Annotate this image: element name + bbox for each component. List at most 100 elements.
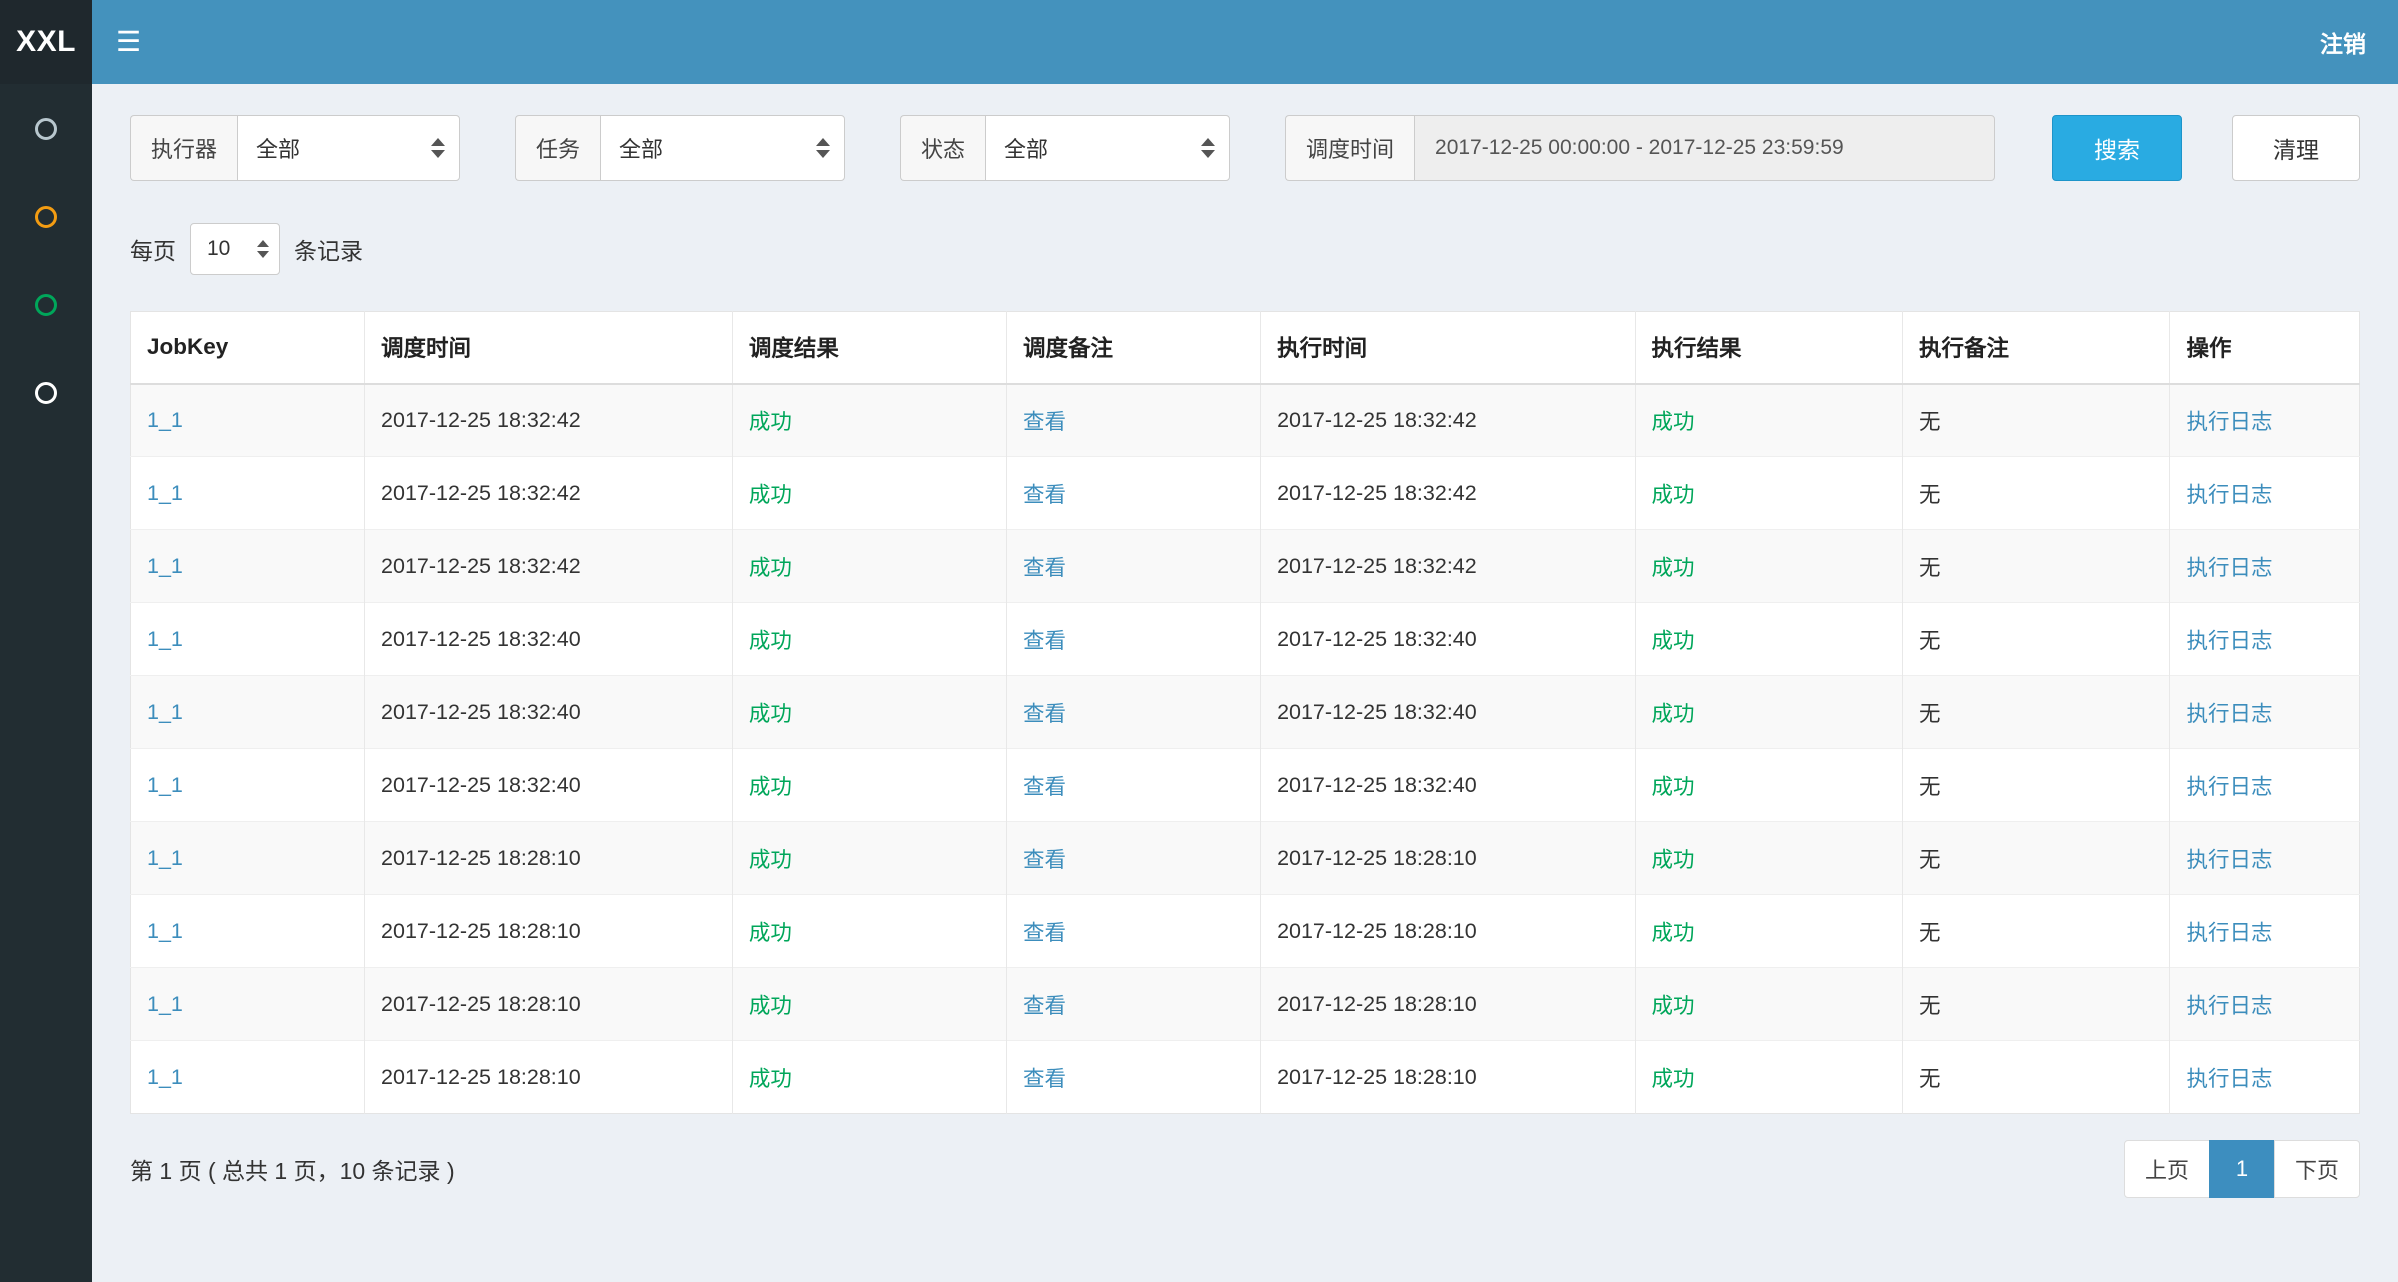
jobkey-cell: 1_1 xyxy=(131,530,365,603)
sidebar-item-executor-manage[interactable] xyxy=(0,382,92,470)
trigger-result-cell: 成功 xyxy=(732,676,1006,749)
sidebar-item-job-log[interactable] xyxy=(0,294,92,382)
jobkey-link[interactable]: 1_1 xyxy=(147,773,183,797)
exec-log-link[interactable]: 执行日志 xyxy=(2186,1067,2272,1091)
jobkey-cell: 1_1 xyxy=(131,749,365,822)
trigger-msg-link[interactable]: 查看 xyxy=(1023,994,1066,1018)
navbar-right-area: ☰ 注销 xyxy=(92,0,2398,84)
handle-time-cell: 2017-12-25 18:28:10 xyxy=(1261,822,1635,895)
search-button[interactable]: 搜索 xyxy=(2052,115,2182,181)
exec-log-link[interactable]: 执行日志 xyxy=(2186,994,2272,1018)
table-row: 1_12017-12-25 18:28:10成功查看2017-12-25 18:… xyxy=(131,822,2360,895)
trigger-msg-link[interactable]: 查看 xyxy=(1023,410,1066,434)
pagination: 上页 1 下页 xyxy=(2124,1140,2360,1198)
trigger-msg-link[interactable]: 查看 xyxy=(1023,629,1066,653)
status-filter-select[interactable]: 全部 xyxy=(985,115,1230,181)
trigger-msg-link[interactable]: 查看 xyxy=(1023,775,1066,799)
jobkey-cell: 1_1 xyxy=(131,676,365,749)
table-body: 1_12017-12-25 18:32:42成功查看2017-12-25 18:… xyxy=(131,384,2360,1114)
table-row: 1_12017-12-25 18:28:10成功查看2017-12-25 18:… xyxy=(131,968,2360,1041)
trigger-time-cell: 2017-12-25 18:32:40 xyxy=(365,749,733,822)
circle-icon xyxy=(35,118,57,140)
sidebar-item-job-manage[interactable] xyxy=(0,206,92,294)
job-filter-label: 任务 xyxy=(515,115,600,181)
select-stepper-icon xyxy=(816,138,830,158)
handle-time-cell: 2017-12-25 18:32:42 xyxy=(1261,457,1635,530)
trigger-msg-link[interactable]: 查看 xyxy=(1023,1067,1066,1091)
trigger-msg-cell: 查看 xyxy=(1006,822,1260,895)
exec-log-link[interactable]: 执行日志 xyxy=(2186,629,2272,653)
circle-icon xyxy=(35,206,57,228)
log-table: JobKey调度时间调度结果调度备注执行时间执行结果执行备注操作 1_1 2017… xyxy=(130,311,2360,1114)
handle-result-cell: 成功 xyxy=(1635,822,1902,895)
trigger-time-cell: 2017-12-25 18:32:42 xyxy=(365,384,733,457)
jobkey-link[interactable]: 1_1 xyxy=(147,481,183,505)
exec-log-link[interactable]: 执行日志 xyxy=(2186,483,2272,507)
jobkey-link[interactable]: 1_1 xyxy=(147,554,183,578)
status-filter-group: 状态 全部 xyxy=(900,115,1230,181)
trigger-msg-link[interactable]: 查看 xyxy=(1023,702,1066,726)
clear-log-button[interactable]: 清理 xyxy=(2232,115,2360,181)
page-size-row: 每页 10 条记录 xyxy=(130,223,2360,275)
logout-link[interactable]: 注销 xyxy=(2320,25,2366,59)
trigger-msg-cell: 查看 xyxy=(1006,895,1260,968)
jobkey-cell: 1_1 xyxy=(131,895,365,968)
exec-log-cell: 执行日志 xyxy=(2170,1041,2360,1114)
table-row: 1_12017-12-25 18:28:10成功查看2017-12-25 18:… xyxy=(131,1041,2360,1114)
exec-log-cell: 执行日志 xyxy=(2170,384,2360,457)
handle-time-cell: 2017-12-25 18:32:40 xyxy=(1261,676,1635,749)
page-1-button[interactable]: 1 xyxy=(2209,1140,2275,1198)
trigger-result-cell: 成功 xyxy=(732,1041,1006,1114)
exec-log-cell: 执行日志 xyxy=(2170,603,2360,676)
table-row: 1_12017-12-25 18:32:40成功查看2017-12-25 18:… xyxy=(131,603,2360,676)
jobkey-link[interactable]: 1_1 xyxy=(147,846,183,870)
executor-filter-label: 执行器 xyxy=(130,115,237,181)
trigger-msg-link[interactable]: 查看 xyxy=(1023,921,1066,945)
jobkey-link[interactable]: 1_1 xyxy=(147,919,183,943)
exec-log-link[interactable]: 执行日志 xyxy=(2186,702,2272,726)
main-content: 调度日志 任务调度中心 执行器 全部 任务 全部 状态 全部 xyxy=(92,0,2398,1198)
jobkey-link[interactable]: 1_1 xyxy=(147,700,183,724)
status-filter-label: 状态 xyxy=(900,115,985,181)
trigger-msg-link[interactable]: 查看 xyxy=(1023,556,1066,580)
job-filter-select[interactable]: 全部 xyxy=(600,115,845,181)
trigger-msg-link[interactable]: 查看 xyxy=(1023,848,1066,872)
app-logo[interactable]: XXL xyxy=(0,0,92,84)
jobkey-link[interactable]: 1_1 xyxy=(147,992,183,1016)
handle-time-cell: 2017-12-25 18:28:10 xyxy=(1261,1041,1635,1114)
jobkey-link[interactable]: 1_1 xyxy=(147,627,183,651)
handle-msg-cell: 无 xyxy=(1903,895,2170,968)
page-size-select[interactable]: 10 xyxy=(190,223,280,275)
trigger-time-cell: 2017-12-25 18:32:40 xyxy=(365,603,733,676)
trigger-msg-cell: 查看 xyxy=(1006,749,1260,822)
handle-result-cell: 成功 xyxy=(1635,968,1902,1041)
jobkey-cell: 1_1 xyxy=(131,1041,365,1114)
sidebar-item-dashboard[interactable] xyxy=(0,118,92,206)
table-header-row: JobKey调度时间调度结果调度备注执行时间执行结果执行备注操作 xyxy=(131,312,2360,384)
page-size-prefix-label: 每页 xyxy=(130,232,176,266)
exec-log-link[interactable]: 执行日志 xyxy=(2186,410,2272,434)
jobkey-link[interactable]: 1_1 xyxy=(147,408,183,432)
trigger-msg-cell: 查看 xyxy=(1006,457,1260,530)
trigger-time-cell: 2017-12-25 18:28:10 xyxy=(365,968,733,1041)
handle-result-cell: 成功 xyxy=(1635,1041,1902,1114)
exec-log-link[interactable]: 执行日志 xyxy=(2186,775,2272,799)
next-page-button[interactable]: 下页 xyxy=(2274,1140,2360,1198)
exec-log-link[interactable]: 执行日志 xyxy=(2186,848,2272,872)
exec-log-link[interactable]: 执行日志 xyxy=(2186,556,2272,580)
handle-msg-cell: 无 xyxy=(1903,603,2170,676)
exec-log-link[interactable]: 执行日志 xyxy=(2186,921,2272,945)
prev-page-button[interactable]: 上页 xyxy=(2124,1140,2210,1198)
trigger-time-range-input[interactable]: 2017-12-25 00:00:00 - 2017-12-25 23:59:5… xyxy=(1414,115,1995,181)
page-summary: 第 1 页 ( 总共 1 页，10 条记录 ) xyxy=(130,1152,455,1186)
sidebar-toggle-icon[interactable]: ☰ xyxy=(116,28,141,56)
top-navbar: XXL ☰ 注销 xyxy=(0,0,2398,84)
jobkey-link[interactable]: 1_1 xyxy=(147,1065,183,1089)
trigger-msg-link[interactable]: 查看 xyxy=(1023,483,1066,507)
trigger-time-cell: 2017-12-25 18:28:10 xyxy=(365,1041,733,1114)
handle-result-cell: 成功 xyxy=(1635,749,1902,822)
handle-result-cell: 成功 xyxy=(1635,603,1902,676)
trigger-result-cell: 成功 xyxy=(732,749,1006,822)
handle-result-cell: 成功 xyxy=(1635,530,1902,603)
executor-filter-select[interactable]: 全部 xyxy=(237,115,460,181)
